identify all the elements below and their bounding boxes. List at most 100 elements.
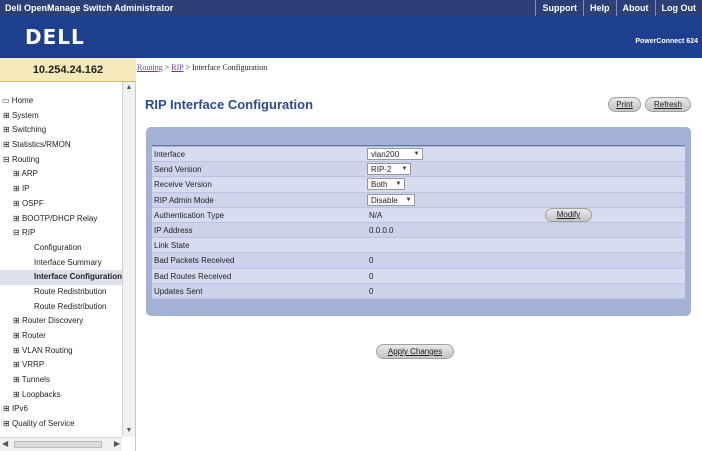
- tree-item-route-redistribution[interactable]: Route Redistribution: [0, 285, 122, 300]
- scroll-left-icon[interactable]: ◀: [2, 439, 8, 448]
- tree-item-home[interactable]: ▭ Home: [0, 94, 122, 109]
- breadcrumb: Routing > RIP > Interface Configuration: [137, 58, 702, 82]
- expand-icon[interactable]: ⊞: [13, 390, 20, 399]
- expand-icon[interactable]: ⊞: [3, 404, 10, 413]
- scroll-up-icon[interactable]: ▲: [123, 82, 135, 94]
- tree-item-vlan-routing[interactable]: ⊞ VLAN Routing: [0, 344, 122, 359]
- breadcrumb-separator: >: [185, 63, 190, 72]
- tree-item-interface-configuration[interactable]: Interface Configuration: [0, 270, 122, 285]
- tree-item-route-redistribution-2[interactable]: Route Redistribution: [0, 300, 122, 315]
- apply-changes-button[interactable]: Apply Changes: [376, 344, 454, 359]
- interface-select[interactable]: vlan200 ▼: [367, 148, 423, 160]
- tree-item-router-discovery[interactable]: ⊞ Router Discovery: [0, 314, 122, 329]
- expand-icon[interactable]: ⊞: [3, 419, 10, 428]
- sidebar-horizontal-scrollbar[interactable]: ◀ ▶: [0, 437, 122, 451]
- expand-icon[interactable]: ⊞: [13, 331, 20, 340]
- tree-item-configuration[interactable]: Configuration: [0, 241, 122, 256]
- admin-mode-row: RIP Admin Mode Disable ▼: [152, 192, 685, 208]
- chevron-down-icon: ▼: [395, 181, 402, 188]
- config-rows: Interface vlan200 ▼ Send Version RIP-2 ▼ R…: [152, 147, 685, 299]
- switch-ip-address: 10.254.24.162: [0, 58, 136, 82]
- ip-address-value: 0.0.0.0: [369, 225, 394, 235]
- sidebar-vertical-scrollbar[interactable]: ▲ ▼: [122, 82, 135, 437]
- interface-label: Interface: [154, 150, 186, 159]
- bad-routes-label: Bad Routes Received: [154, 271, 232, 281]
- updates-sent-label: Updates Sent: [154, 286, 203, 296]
- tree-item-ipv6[interactable]: ⊞ IPv6: [0, 402, 122, 417]
- expand-icon[interactable]: ⊞: [13, 346, 20, 355]
- scroll-right-icon[interactable]: ▶: [114, 439, 120, 448]
- scroll-down-icon[interactable]: ▼: [123, 425, 135, 437]
- ip-address-label: IP Address: [154, 225, 193, 235]
- bad-packets-row: Bad Packets Received 0: [152, 253, 685, 269]
- expand-icon[interactable]: ⊞: [13, 184, 20, 193]
- expand-icon[interactable]: ⊞: [3, 111, 10, 120]
- tree-item-router[interactable]: ⊞ Router: [0, 329, 122, 344]
- send-version-row: Send Version RIP-2 ▼: [152, 162, 685, 178]
- breadcrumb-rip-link[interactable]: RIP: [171, 63, 183, 72]
- expand-icon[interactable]: ⊞: [13, 360, 20, 369]
- breadcrumb-current: Interface Configuration: [191, 63, 268, 72]
- bad-packets-value: 0: [369, 256, 374, 266]
- top-bar: Dell OpenManage Switch Administrator Sup…: [0, 0, 702, 16]
- tree-item-arp[interactable]: ⊞ ARP: [0, 167, 122, 182]
- receive-version-select[interactable]: Both ▼: [367, 178, 405, 191]
- expand-icon[interactable]: ⊞: [3, 140, 10, 149]
- send-version-select[interactable]: RIP-2 ▼: [367, 163, 411, 176]
- auth-type-row: Authentication Type N/A Modify: [152, 207, 685, 223]
- tree-item-loopbacks[interactable]: ⊞ Loopbacks: [0, 388, 122, 403]
- expand-icon[interactable]: ⊞: [13, 316, 20, 325]
- tree-item-rip[interactable]: ⊟ RIP: [0, 226, 122, 241]
- auth-type-label: Authentication Type: [154, 210, 225, 220]
- product-name: PowerConnect 624: [635, 38, 698, 45]
- tree-item-system[interactable]: ⊞ System: [0, 109, 122, 124]
- divider: [152, 145, 685, 146]
- header-links: Support Help About Log Out: [535, 0, 702, 16]
- home-icon: ▭: [2, 96, 10, 105]
- print-button[interactable]: Print: [608, 97, 641, 112]
- interface-row: Interface vlan200 ▼: [152, 147, 685, 163]
- admin-mode-select[interactable]: Disable ▼: [367, 193, 415, 206]
- bad-packets-label: Bad Packets Received: [154, 256, 235, 266]
- tree-item-vrrp[interactable]: ⊞ VRRP: [0, 358, 122, 373]
- navigation-sidebar: ▭ Home ⊞ System ⊞ Switching ⊞ Statistics…: [0, 82, 136, 451]
- expand-icon[interactable]: ⊞: [13, 199, 20, 208]
- support-link[interactable]: Support: [535, 0, 583, 16]
- dell-logo: DELL: [25, 25, 85, 49]
- chevron-down-icon: ▼: [401, 166, 408, 173]
- tree-item-tunnels[interactable]: ⊞ Tunnels: [0, 373, 122, 388]
- tree-item-qos[interactable]: ⊞ Quality of Service: [0, 417, 122, 432]
- logout-link[interactable]: Log Out: [654, 0, 702, 16]
- collapse-icon[interactable]: ⊟: [13, 228, 20, 237]
- tree-item-ospf[interactable]: ⊞ OSPF: [0, 197, 122, 212]
- tree-item-routing[interactable]: ⊟ Routing: [0, 153, 122, 168]
- chevron-down-icon: ▼: [405, 196, 412, 203]
- updates-sent-row: Updates Sent 0: [152, 283, 685, 299]
- admin-mode-label: RIP Admin Mode: [154, 195, 214, 205]
- about-link[interactable]: About: [615, 0, 655, 16]
- bad-routes-row: Bad Routes Received 0: [152, 268, 685, 284]
- auth-type-value: N/A: [369, 210, 383, 220]
- receive-version-row: Receive Version Both ▼: [152, 177, 685, 193]
- chevron-down-icon: ▼: [413, 151, 420, 157]
- ip-address-row: IP Address 0.0.0.0: [152, 222, 685, 239]
- refresh-button[interactable]: Refresh: [645, 97, 691, 112]
- expand-icon[interactable]: ⊞: [13, 375, 20, 384]
- help-link[interactable]: Help: [582, 0, 616, 16]
- tree-item-statistics[interactable]: ⊞ Statistics/RMON: [0, 138, 122, 153]
- expand-icon[interactable]: ⊞: [13, 214, 20, 223]
- page-title: RIP Interface Configuration: [145, 97, 314, 112]
- expand-icon[interactable]: ⊞: [13, 169, 20, 178]
- expand-icon[interactable]: ⊞: [3, 125, 10, 134]
- scroll-thumb[interactable]: [14, 441, 102, 448]
- breadcrumb-routing-link[interactable]: Routing: [137, 63, 163, 72]
- tree-item-ip[interactable]: ⊞ IP: [0, 182, 122, 197]
- app-title: Dell OpenManage Switch Administrator: [5, 3, 174, 13]
- tree-item-bootp[interactable]: ⊞ BOOTP/DHCP Relay: [0, 212, 122, 227]
- banner: DELL PowerConnect 624: [0, 16, 702, 58]
- tree-item-switching[interactable]: ⊞ Switching: [0, 123, 122, 138]
- collapse-icon[interactable]: ⊟: [3, 155, 10, 164]
- updates-sent-value: 0: [369, 286, 374, 296]
- modify-button[interactable]: Modify: [545, 207, 592, 222]
- tree-item-interface-summary[interactable]: Interface Summary: [0, 256, 122, 271]
